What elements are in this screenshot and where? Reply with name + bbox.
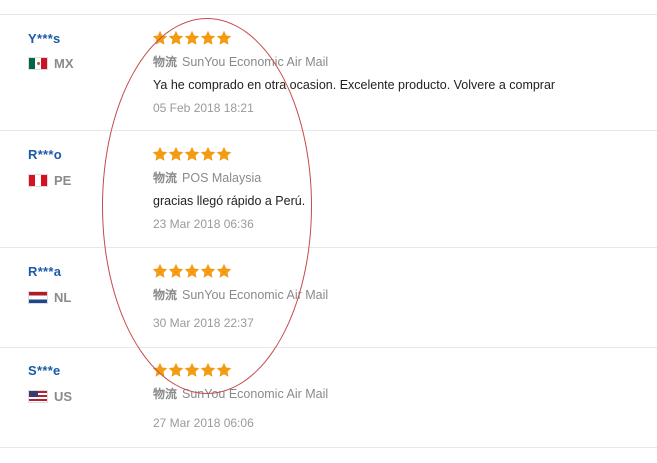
star-icon bbox=[152, 362, 168, 378]
shipping-method: 物流 SunYou Economic Air Mail bbox=[153, 53, 328, 70]
star-icon bbox=[168, 146, 184, 162]
star-icon bbox=[152, 263, 168, 279]
star-icon bbox=[216, 263, 232, 279]
reviewer-country: PE bbox=[28, 173, 71, 188]
review-text: Ya he comprado en otra ocasion. Excelent… bbox=[153, 78, 556, 92]
netherlands-flag-icon bbox=[28, 291, 48, 304]
star-icon bbox=[168, 263, 184, 279]
star-icon bbox=[184, 362, 200, 378]
star-icon bbox=[152, 30, 168, 46]
shipping-label: 物流 bbox=[153, 288, 178, 302]
shipping-label: 物流 bbox=[153, 171, 178, 185]
review-date: 05 Feb 2018 18:21 bbox=[153, 101, 254, 115]
star-rating bbox=[152, 146, 232, 162]
star-icon bbox=[216, 146, 232, 162]
reviewer-name: R***a bbox=[28, 264, 62, 279]
reviewer-country: MX bbox=[28, 56, 74, 71]
star-icon bbox=[216, 30, 232, 46]
star-icon bbox=[168, 362, 184, 378]
peru-flag-icon bbox=[28, 174, 48, 187]
review-item: R***o PE 物流 POS Malaysia gracias llegó r… bbox=[0, 131, 657, 248]
reviewer-name: Y***s bbox=[28, 31, 61, 46]
shipping-carrier: SunYou Economic Air Mail bbox=[182, 54, 329, 69]
review-date: 30 Mar 2018 22:37 bbox=[153, 316, 254, 330]
star-icon bbox=[168, 30, 184, 46]
star-rating bbox=[152, 30, 232, 46]
shipping-carrier: SunYou Economic Air Mail bbox=[182, 287, 329, 302]
review-date: 27 Mar 2018 06:06 bbox=[153, 416, 254, 430]
shipping-method: 物流 SunYou Economic Air Mail bbox=[153, 385, 328, 402]
star-icon bbox=[200, 263, 216, 279]
reviewer-name: S***e bbox=[28, 363, 61, 378]
reviewer-name: R***o bbox=[28, 147, 63, 162]
star-icon bbox=[216, 362, 232, 378]
reviewer-country: NL bbox=[28, 290, 71, 305]
mexico-flag-icon bbox=[28, 57, 48, 70]
star-icon bbox=[184, 146, 200, 162]
review-date: 23 Mar 2018 06:36 bbox=[153, 217, 254, 231]
shipping-method: 物流 POS Malaysia bbox=[153, 169, 261, 186]
star-icon bbox=[152, 146, 168, 162]
star-icon bbox=[200, 146, 216, 162]
star-rating bbox=[152, 263, 232, 279]
shipping-label: 物流 bbox=[153, 387, 178, 401]
reviewer-country: US bbox=[28, 389, 72, 404]
star-rating bbox=[152, 362, 232, 378]
shipping-label: 物流 bbox=[153, 55, 178, 69]
review-item: S***e US 物流 SunYou Economic Air Mail 27 … bbox=[0, 348, 657, 448]
shipping-carrier: SunYou Economic Air Mail bbox=[182, 386, 329, 401]
star-icon bbox=[200, 362, 216, 378]
usa-flag-icon bbox=[28, 390, 48, 403]
review-item: Y***s MX 物流 SunYou Economic Air Mail Ya … bbox=[0, 14, 657, 131]
star-icon bbox=[184, 263, 200, 279]
star-icon bbox=[200, 30, 216, 46]
shipping-method: 物流 SunYou Economic Air Mail bbox=[153, 286, 328, 303]
shipping-carrier: POS Malaysia bbox=[182, 170, 262, 185]
star-icon bbox=[184, 30, 200, 46]
review-text: gracias llegó rápido a Perú. bbox=[153, 194, 306, 208]
review-item: R***a NL 物流 SunYou Economic Air Mail 30 … bbox=[0, 248, 657, 348]
